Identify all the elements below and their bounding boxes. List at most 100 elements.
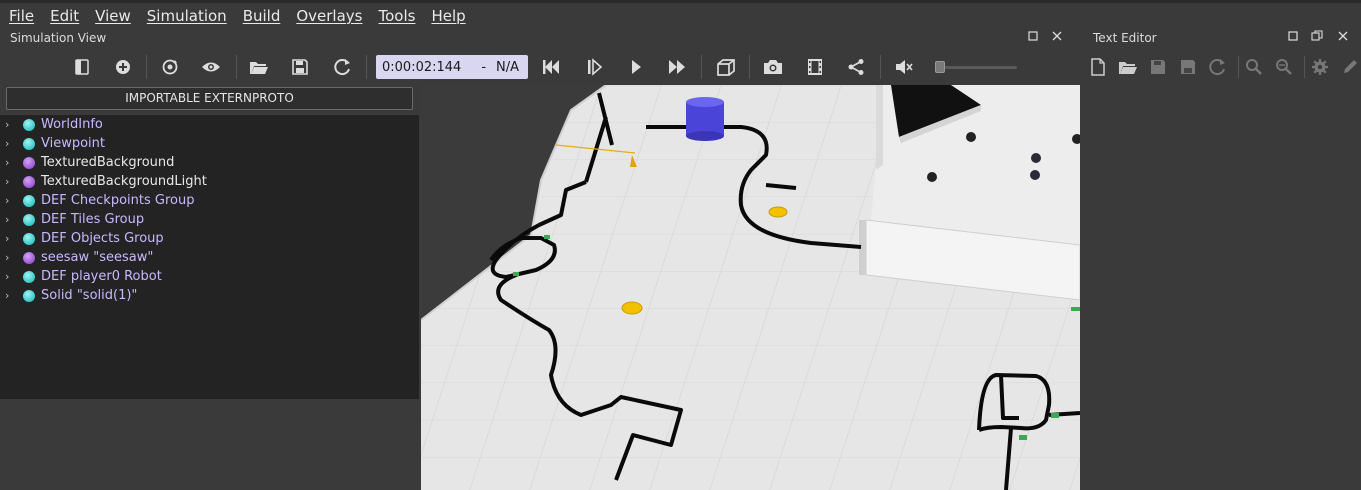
scene-tree-item-label: seesaw "seesaw"	[41, 250, 154, 265]
simulation-time-display: 0:00:02:144 - N/A	[376, 55, 528, 79]
obstacle-ball	[1030, 170, 1040, 180]
find-icon[interactable]	[1244, 56, 1264, 78]
replace-icon[interactable]	[1274, 56, 1294, 78]
scene-tree-item-label: DEF player0 Robot	[41, 269, 162, 284]
add-node-icon[interactable]	[110, 54, 136, 80]
open-file-icon[interactable]	[1118, 56, 1138, 78]
robot	[686, 97, 724, 141]
checkpoint-marker	[513, 272, 519, 276]
simulation-toolbar: 0:00:02:144 - N/A	[0, 50, 1080, 84]
scene-tree-item-label: TexturedBackgroundLight	[41, 174, 207, 189]
node-type-icon	[23, 194, 35, 207]
save-file-icon[interactable]	[1148, 56, 1168, 78]
menu-build[interactable]: Build	[239, 7, 287, 25]
revert-icon[interactable]	[1208, 56, 1228, 78]
scene-tree-item-label: DEF Checkpoints Group	[41, 193, 195, 208]
screenshot-icon[interactable]	[760, 54, 786, 80]
menu-simulation[interactable]: Simulation	[143, 7, 233, 25]
node-type-icon	[23, 251, 35, 264]
scene-tree-item[interactable]: › TexturedBackgroundLight	[0, 172, 207, 191]
settings-icon[interactable]	[1310, 56, 1330, 78]
scene-tree-item[interactable]: › Solid "solid(1)"	[0, 286, 137, 305]
scene-tree-item-label: WorldInfo	[41, 117, 103, 132]
node-type-icon	[23, 270, 35, 283]
scene-tree: › WorldInfo › Viewpoint › TexturedBackground ›…	[0, 115, 419, 399]
3d-viewport[interactable]	[421, 85, 1080, 490]
expand-arrow-icon[interactable]: ›	[5, 251, 15, 264]
expand-arrow-icon[interactable]: ›	[5, 232, 15, 245]
maximize-icon[interactable]	[1286, 30, 1300, 44]
scene-tree-item[interactable]: › DEF Objects Group	[0, 229, 164, 248]
scene-render	[421, 85, 1080, 490]
text-editor-title: Text Editor	[1093, 31, 1157, 45]
coin	[768, 206, 788, 218]
save-world-icon[interactable]	[287, 54, 313, 80]
volume-slider-track[interactable]	[935, 66, 1017, 69]
expand-arrow-icon[interactable]: ›	[5, 175, 15, 188]
fast-forward-icon[interactable]	[664, 54, 690, 80]
new-file-icon[interactable]	[1088, 56, 1108, 78]
node-type-icon	[23, 156, 35, 169]
text-editor-toolbar	[1088, 52, 1361, 82]
menu-view[interactable]: View	[91, 7, 137, 25]
expand-arrow-icon[interactable]: ›	[5, 270, 15, 283]
mute-icon[interactable]	[891, 54, 917, 80]
volume-slider-handle[interactable]	[935, 61, 945, 73]
scene-tree-item[interactable]: › DEF Checkpoints Group	[0, 191, 194, 210]
step-icon[interactable]	[581, 54, 607, 80]
hide-scene-tree-icon[interactable]	[69, 54, 95, 80]
node-type-icon	[23, 213, 35, 226]
view-eye-icon[interactable]	[198, 54, 224, 80]
node-type-icon	[23, 232, 35, 245]
run-realtime-icon[interactable]	[623, 54, 649, 80]
menu-edit[interactable]: Edit	[46, 7, 85, 25]
scene-tree-item-label: Solid "solid(1)"	[41, 288, 138, 303]
checkpoint-marker	[1051, 413, 1059, 418]
simulation-view-title: Simulation View	[10, 31, 107, 45]
expand-arrow-icon[interactable]: ›	[5, 213, 15, 226]
projection-mode-icon[interactable]	[713, 54, 739, 80]
simulation-time: 0:00:02:144	[382, 59, 462, 75]
edit-icon[interactable]	[1340, 56, 1360, 78]
expand-arrow-icon[interactable]: ›	[5, 118, 15, 131]
float-window-icon[interactable]	[1310, 30, 1324, 44]
expand-arrow-icon[interactable]: ›	[5, 137, 15, 150]
maximize-icon[interactable]	[1026, 30, 1040, 44]
share-icon[interactable]	[843, 54, 869, 80]
node-type-icon	[23, 175, 35, 188]
reset-simulation-icon[interactable]	[538, 54, 564, 80]
scene-tree-item[interactable]: › seesaw "seesaw"	[0, 248, 153, 267]
menu-overlays[interactable]: Overlays	[292, 7, 368, 25]
expand-arrow-icon[interactable]: ›	[5, 156, 15, 169]
menu-bar: File Edit View Simulation Build Overlays…	[0, 0, 1361, 28]
menu-help[interactable]: Help	[427, 7, 471, 25]
save-as-icon[interactable]	[1178, 56, 1198, 78]
menu-tools[interactable]: Tools	[374, 7, 421, 25]
node-type-icon	[23, 118, 35, 131]
scene-tree-item[interactable]: › DEF player0 Robot	[0, 267, 162, 286]
close-icon[interactable]	[1336, 30, 1350, 44]
scene-tree-item-label: TexturedBackground	[41, 155, 175, 170]
reset-view-icon[interactable]	[157, 54, 183, 80]
checkpoint-marker	[1019, 435, 1027, 440]
checkpoint-marker	[1071, 307, 1080, 311]
scene-tree-item-label: DEF Tiles Group	[41, 212, 145, 227]
record-movie-icon[interactable]	[802, 54, 828, 80]
close-icon[interactable]	[1050, 30, 1064, 44]
obstacle-ball	[927, 172, 937, 182]
reload-world-icon[interactable]	[330, 54, 356, 80]
expand-arrow-icon[interactable]: ›	[5, 194, 15, 207]
checkpoint-marker	[544, 235, 550, 239]
scene-tree-item[interactable]: › DEF Tiles Group	[0, 210, 144, 229]
node-type-icon	[23, 289, 35, 302]
scene-tree-item[interactable]: › Viewpoint	[0, 134, 105, 153]
obstacle-ball	[966, 132, 976, 142]
scene-tree-item[interactable]: › WorldInfo	[0, 115, 103, 134]
scene-tree-item-label: Viewpoint	[41, 136, 106, 151]
coin	[621, 301, 643, 315]
scene-tree-item[interactable]: › TexturedBackground	[0, 153, 174, 172]
menu-file[interactable]: File	[5, 7, 40, 25]
open-world-icon[interactable]	[246, 54, 272, 80]
importable-externproto-button[interactable]: IMPORTABLE EXTERNPROTO	[6, 87, 413, 110]
expand-arrow-icon[interactable]: ›	[5, 289, 15, 302]
